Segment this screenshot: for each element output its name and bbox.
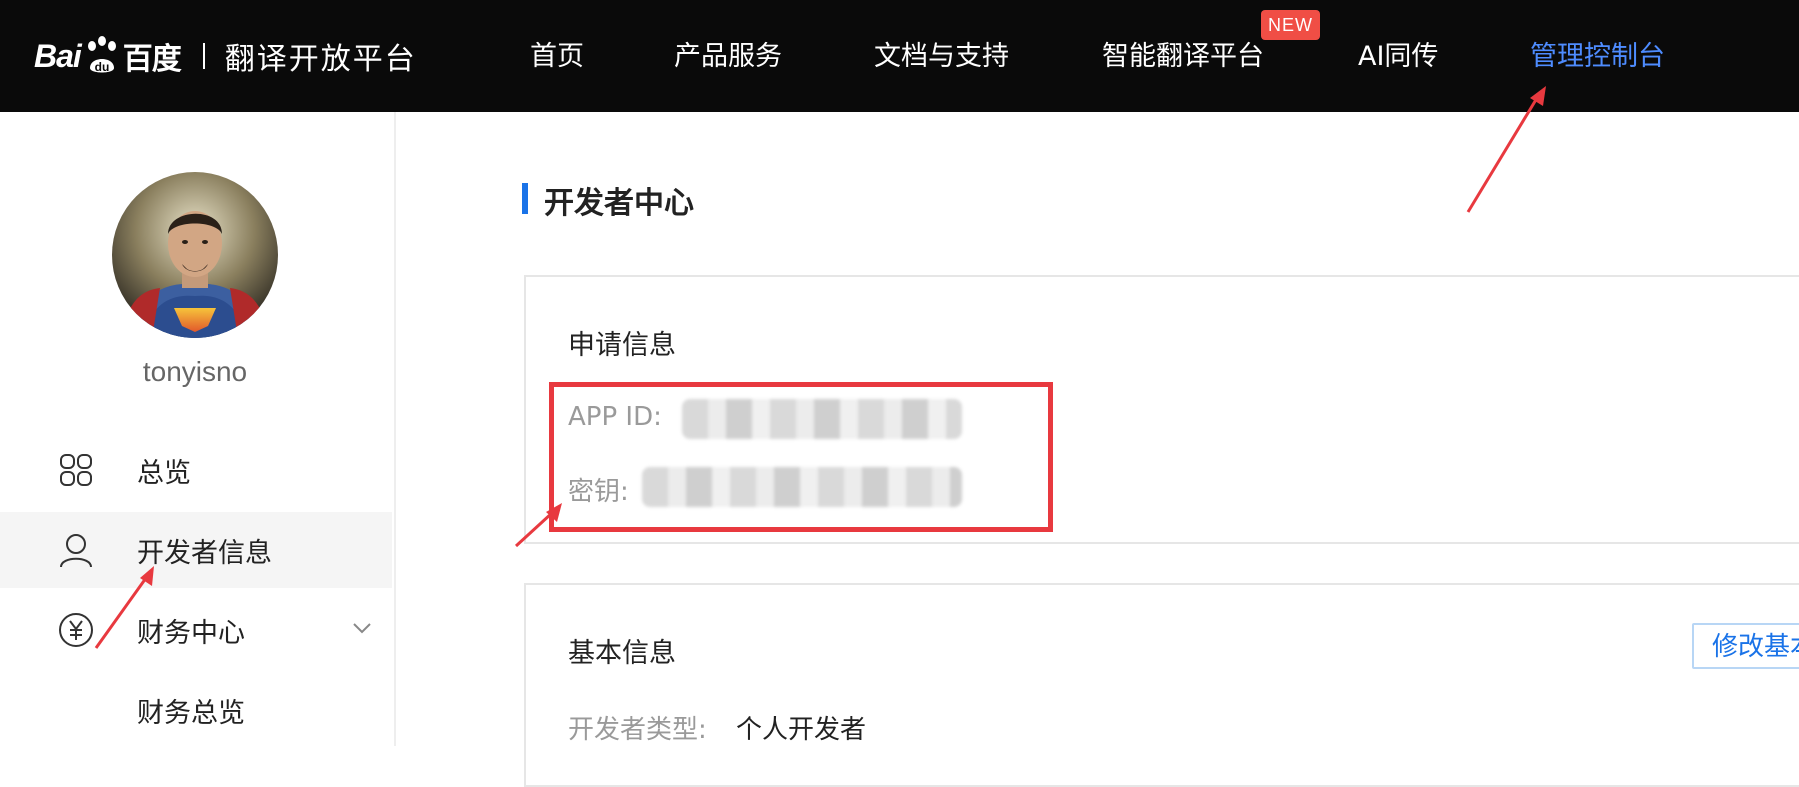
nav-home[interactable]: 首页	[530, 34, 584, 73]
nav-docs-support[interactable]: 文档与支持	[874, 34, 1009, 73]
annotation-highlight-box	[549, 382, 1053, 532]
sidebar: tonyisno 总览 开发者信息 财务中心 财务总览	[0, 112, 396, 746]
basic-info-card: 基本信息 开发者类型: 个人开发者	[524, 583, 1799, 787]
avatar[interactable]	[112, 172, 278, 338]
username: tonyisno	[142, 356, 248, 387]
grid-icon	[58, 452, 94, 488]
sidebar-item-finance-overview[interactable]: 财务总览	[0, 672, 392, 748]
paw-icon: du	[83, 36, 121, 76]
arrow-to-console	[1466, 97, 1539, 213]
nav-products[interactable]: 产品服务	[674, 34, 782, 73]
sidebar-item-label: 总览	[137, 458, 191, 489]
user-icon	[58, 532, 94, 568]
chevron-down-icon[interactable]	[350, 616, 374, 640]
basic-info-title: 基本信息	[568, 638, 676, 669]
edit-basic-info-button[interactable]: 修改基本	[1692, 623, 1799, 669]
developer-type-value: 个人开发者	[736, 715, 867, 745]
svg-text:du: du	[94, 60, 109, 74]
baidu-translate-logo[interactable]: Bai du 百度 翻译开放平台	[34, 30, 417, 82]
logo-divider	[202, 43, 205, 69]
logo-product-name: 翻译开放平台	[224, 42, 417, 77]
nav-console[interactable]: 管理控制台	[1530, 34, 1665, 73]
sidebar-item-developer-info[interactable]: 开发者信息	[0, 512, 392, 588]
application-info-title: 申请信息	[568, 330, 676, 361]
logo-baidu-cn: 百度	[122, 42, 182, 77]
developer-type-label: 开发者类型:	[568, 715, 707, 745]
sidebar-item-overview[interactable]: 总览	[0, 432, 392, 508]
logo-bai-text: Bai	[34, 37, 82, 74]
sidebar-item-finance-center[interactable]: 财务中心	[0, 592, 392, 668]
sidebar-item-label: 财务中心	[137, 618, 245, 649]
yen-icon	[58, 612, 94, 648]
page-title-accent	[522, 183, 528, 214]
nav-smart-translate[interactable]: 智能翻译平台	[1102, 34, 1264, 73]
top-navigation-bar: Bai du 百度 翻译开放平台 首页 产品服务 文档与支持 智能翻译平台 NE…	[0, 0, 1799, 112]
nav-ai-interpretation[interactable]: AI同传	[1358, 34, 1438, 73]
new-badge: NEW	[1261, 10, 1320, 40]
sidebar-item-label: 财务总览	[137, 698, 245, 729]
sidebar-item-label: 开发者信息	[137, 538, 272, 569]
page-title: 开发者中心	[544, 186, 694, 221]
